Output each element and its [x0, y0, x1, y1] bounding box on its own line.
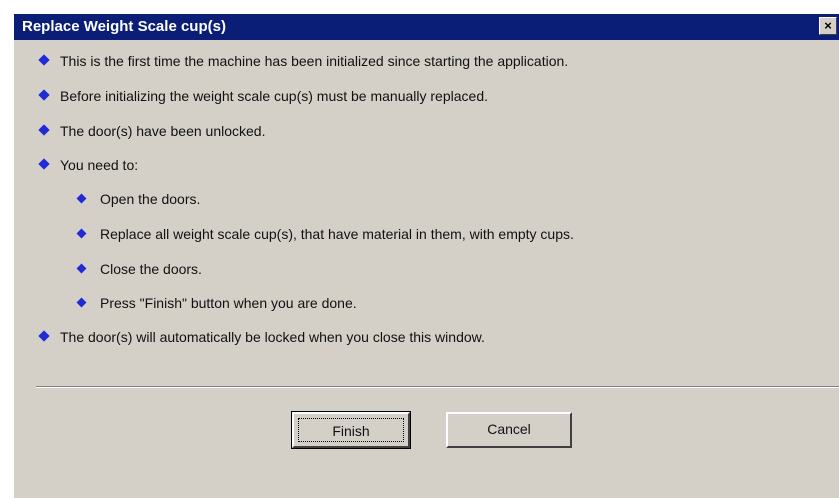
- replace-cups-dialog: Replace Weight Scale cup(s) × This is th…: [12, 12, 839, 498]
- diamond-bullet-icon: [38, 330, 50, 342]
- diamond-bullet-icon: [76, 193, 87, 204]
- diamond-bullet-icon: [38, 89, 50, 101]
- separator-line: [36, 386, 839, 388]
- dialog-content: This is the first time the machine has b…: [14, 40, 839, 498]
- diamond-bullet-icon: [76, 297, 87, 308]
- diamond-bullet-icon: [38, 54, 50, 66]
- instruction-text: Before initializing the weight scale cup…: [60, 88, 488, 104]
- window-title: Replace Weight Scale cup(s): [22, 18, 226, 35]
- finish-button-label: Finish: [298, 418, 404, 442]
- instruction-text: Replace all weight scale cup(s), that ha…: [100, 226, 574, 242]
- diamond-bullet-icon: [38, 158, 50, 170]
- instruction-text: The door(s) will automatically be locked…: [60, 329, 485, 345]
- close-icon[interactable]: ×: [819, 17, 837, 35]
- diamond-bullet-icon: [76, 263, 87, 274]
- instruction-text: The door(s) have been unlocked.: [60, 123, 266, 139]
- title-bar[interactable]: Replace Weight Scale cup(s) ×: [14, 14, 839, 40]
- diamond-bullet-icon: [38, 124, 50, 136]
- instruction-text: You need to:: [60, 157, 139, 173]
- instruction-text: Press "Finish" button when you are done.: [100, 295, 357, 311]
- finish-button[interactable]: Finish: [291, 411, 411, 449]
- diamond-bullet-icon: [76, 228, 87, 239]
- cancel-button[interactable]: Cancel: [446, 412, 572, 448]
- instruction-text: Close the doors.: [100, 261, 202, 277]
- instruction-text: Open the doors.: [100, 191, 201, 207]
- instruction-text: This is the first time the machine has b…: [60, 53, 569, 69]
